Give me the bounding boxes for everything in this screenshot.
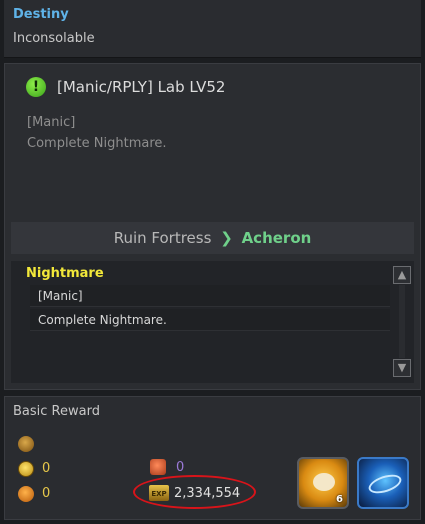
quest-tag: [Manic]: [27, 115, 76, 130]
quest-title: [Manic/RPLY] Lab LV52: [57, 78, 226, 96]
objective-row: Complete Nightmare.: [30, 309, 390, 331]
scrollbar-track[interactable]: [399, 285, 405, 358]
mascot-icon: [313, 473, 335, 491]
reward-item-slot[interactable]: 6: [297, 457, 349, 509]
destiny-panel: Destiny Inconsolable: [4, 0, 421, 58]
reward-title: Basic Reward: [13, 404, 100, 419]
scroll-down-button[interactable]: ▼: [393, 359, 411, 377]
item-count: 6: [336, 494, 343, 505]
location-bar: Ruin Fortress ❯ Acheron: [11, 222, 414, 254]
location-from: Ruin Fortress: [113, 229, 212, 247]
quest-description: Complete Nightmare.: [27, 136, 167, 151]
chevron-right-icon: ❯: [220, 229, 233, 247]
destiny-value: Inconsolable: [13, 31, 95, 46]
quest-panel: ! [Manic/RPLY] Lab LV52 [Manic] Complete…: [4, 63, 421, 390]
objective-title: Nightmare: [26, 266, 104, 281]
orb-icon: [18, 486, 34, 502]
reward-item-slot[interactable]: [357, 457, 409, 509]
destiny-label: Destiny: [13, 7, 69, 22]
location-to: Acheron: [241, 229, 312, 247]
planet-icon: [366, 471, 404, 497]
orb-value: 0: [42, 486, 51, 501]
highlight-circle: [133, 475, 256, 509]
gold-value: 0: [42, 461, 51, 476]
objective-box: Nightmare [Manic] Complete Nightmare. ▲ …: [11, 261, 414, 383]
bp-value: 0: [176, 460, 185, 475]
scroll-up-button[interactable]: ▲: [393, 266, 411, 284]
objective-row: [Manic]: [30, 285, 390, 307]
trophy-icon: [18, 436, 34, 452]
exclamation-icon: !: [26, 77, 46, 97]
gold-coin-icon: [18, 461, 34, 477]
bp-icon: [150, 459, 166, 475]
reward-panel: Basic Reward 0 0 0 EXP 2,334,554 6: [4, 396, 421, 520]
